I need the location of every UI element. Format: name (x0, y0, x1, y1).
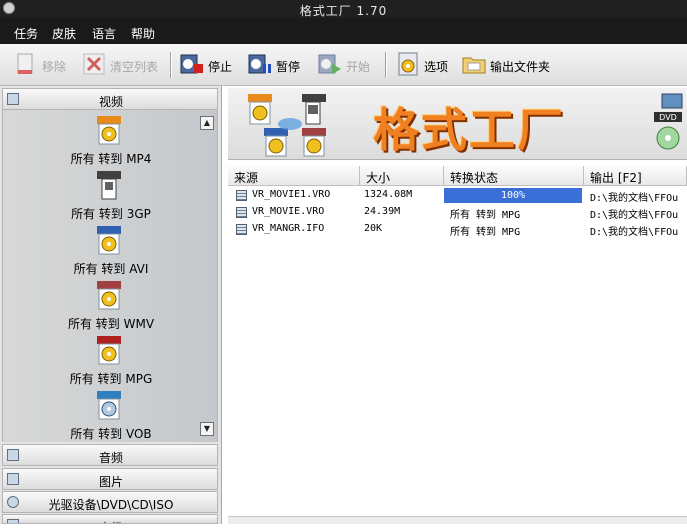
gear-options-icon (398, 52, 418, 76)
banner-mp4-badge (248, 94, 272, 102)
progress-bar: 100% (444, 188, 582, 203)
file-icon (236, 207, 247, 218)
category-advanced[interactable]: 高级 (2, 514, 218, 524)
cell-output: D:\我的文档\FFOu (590, 227, 679, 238)
category-audio-label: 音频 (98, 451, 123, 465)
horizontal-scrollbar[interactable] (228, 516, 687, 524)
scroll-up-button[interactable]: ▲ (200, 116, 214, 130)
output-folder-label: 输出文件夹 (490, 60, 551, 74)
format-icons-cluster (248, 94, 326, 157)
cell-output: D:\我的文档\FFOu (590, 193, 679, 204)
file-icon (236, 190, 247, 201)
clear-list-label: 清空列表 (110, 60, 159, 74)
film-pause-icon (248, 54, 271, 74)
output-folder-button[interactable]: 输出文件夹 (462, 52, 558, 78)
category-video[interactable]: 视频 (2, 88, 218, 110)
folder-icon (462, 57, 486, 74)
menu-help[interactable]: 帮助 (131, 25, 155, 42)
format-wmv[interactable]: 所有 转到 WMV (3, 281, 203, 333)
format-mp4[interactable]: 所有 转到 MP4 (3, 116, 203, 168)
banner-wmv-badge (302, 128, 326, 136)
mpg-icon (97, 336, 121, 365)
avi-icon (97, 226, 121, 255)
category-advanced-label: 高级 (3, 519, 217, 523)
options-button[interactable]: 选项 (396, 52, 454, 78)
wmv-icon (97, 281, 121, 310)
category-video-label: 视频 (98, 95, 123, 109)
format-wmv-label: 所有 转到 WMV (67, 317, 155, 331)
column-output[interactable]: 输出 [F2] (584, 166, 687, 186)
arrow-up-icon: ▲ (203, 118, 211, 127)
format-3gp-label: 所有 转到 3GP (71, 207, 151, 221)
format-vob[interactable]: 所有 转到 VOB (3, 391, 203, 443)
menu-language[interactable]: 语言 (92, 25, 116, 42)
format-mpg-label: 所有 转到 MPG (69, 372, 153, 386)
cell-source: VR_MANGR.IFO (252, 223, 325, 234)
cell-source: VR_MOVIE.VRO (252, 206, 325, 217)
dvd-cd-icon: DVD (654, 93, 683, 150)
remove-label: 移除 (42, 60, 67, 74)
window-title: 格式工厂 1.70 (299, 4, 388, 18)
format-mp4-label: 所有 转到 MP4 (70, 152, 152, 166)
pause-button[interactable]: 暂停 (248, 52, 308, 78)
mp4-icon (97, 116, 121, 145)
category-rom-label: 光驱设备\DVD\CD\ISO (48, 498, 174, 512)
stop-button[interactable]: 停止 (180, 52, 240, 78)
menu-task[interactable]: 任务 (14, 25, 38, 42)
category-image-label: 图片 (98, 475, 123, 489)
red-x-icon (83, 53, 105, 75)
remove-button[interactable]: 移除 (14, 52, 74, 78)
format-avi[interactable]: 所有 转到 AVI (3, 226, 203, 278)
format-avi-label: 所有 转到 AVI (73, 262, 149, 276)
pause-label: 暂停 (276, 60, 301, 74)
column-size[interactable]: 大小 (360, 166, 444, 186)
format-vob-label: 所有 转到 VOB (70, 427, 152, 441)
menu-bar: 任务 皮肤 语言 帮助 (0, 18, 687, 44)
cell-size: 1324.08M (364, 189, 413, 200)
scroll-down-button[interactable]: ▼ (200, 422, 214, 436)
options-label: 选项 (424, 60, 449, 74)
cell-size: 24.39M (364, 206, 401, 217)
arrow-down-icon: ▼ (203, 424, 211, 433)
vob-icon (97, 391, 121, 420)
video-format-list: 所有 转到 MP4 所有 转到 3GP 所有 转到 AVI 所有 转到 WMV … (2, 110, 218, 442)
title-bar: 格式工厂 1.70 (0, 0, 687, 18)
toolbar: 移除 清空列表 停止 暂停 开始 选项 输出文件夹 (0, 44, 687, 86)
cell-source: VR_MOVIE1.VRO (252, 189, 331, 200)
banner-3gp-badge (302, 94, 326, 102)
cell-status: 所有 转到 MPG (450, 227, 521, 238)
table-row[interactable]: VR_MANGR.IFO 20K 所有 转到 MPG D:\我的文档\FFOu (228, 221, 687, 238)
format-mpg[interactable]: 所有 转到 MPG (3, 336, 203, 388)
clear-list-button[interactable]: 清空列表 (82, 52, 164, 78)
document-remove-icon (17, 53, 33, 74)
format-3gp[interactable]: 所有 转到 3GP (3, 171, 203, 223)
start-label: 开始 (346, 60, 371, 74)
dvd-label: DVD (659, 113, 677, 122)
cell-size: 20K (364, 223, 383, 234)
3gp-icon (97, 171, 121, 200)
stop-label: 停止 (208, 60, 233, 74)
category-panel: 视频 所有 转到 MP4 所有 转到 3GP 所有 转到 AVI 所有 转到 W… (0, 86, 222, 524)
table-row[interactable]: VR_MOVIE1.VRO 1324.08M 100% D:\我的文档\FFOu (228, 187, 687, 204)
app-logo-text: 格式工厂 (373, 103, 565, 157)
toolbar-separator (385, 52, 387, 78)
start-button[interactable]: 开始 (318, 52, 378, 78)
table-row[interactable]: VR_MOVIE.VRO 24.39M 所有 转到 MPG D:\我的文档\FF… (228, 204, 687, 221)
column-status[interactable]: 转换状态 (444, 166, 584, 186)
app-banner: 格式工厂 DVD (228, 88, 687, 160)
category-rom-device[interactable]: 光驱设备\DVD\CD\ISO (2, 491, 218, 513)
file-icon (236, 224, 247, 235)
cell-output: D:\我的文档\FFOu (590, 210, 679, 221)
film-play-icon (318, 54, 341, 74)
toolbar-separator (170, 52, 172, 78)
column-source[interactable]: 来源 (228, 166, 360, 186)
category-audio[interactable]: 音频 (2, 444, 218, 466)
film-stop-icon (180, 54, 203, 74)
cell-status: 所有 转到 MPG (450, 210, 521, 221)
menu-skin[interactable]: 皮肤 (52, 25, 76, 42)
task-table: 来源 大小 转换状态 输出 [F2] VR_MOVIE1.VRO 1324.08… (228, 166, 687, 524)
category-image[interactable]: 图片 (2, 468, 218, 490)
